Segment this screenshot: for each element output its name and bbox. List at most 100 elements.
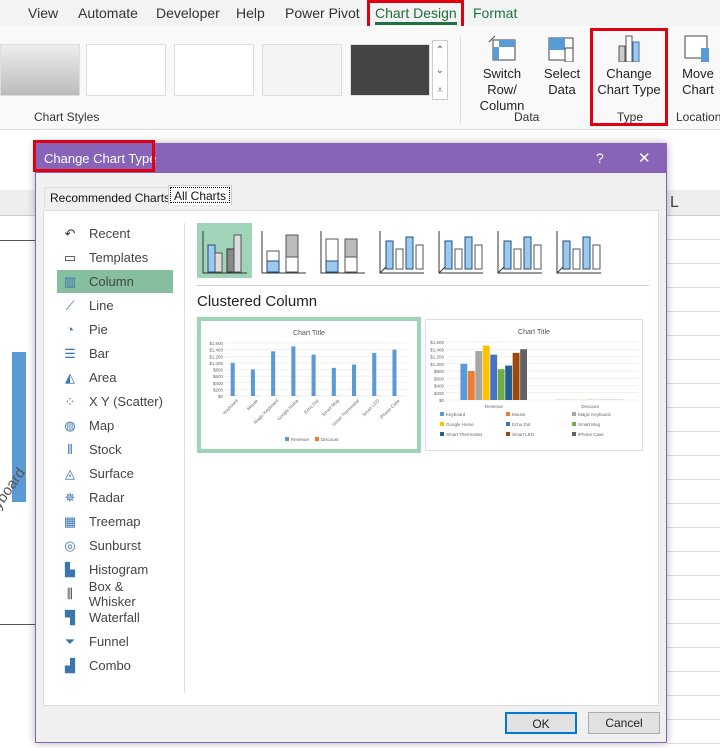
combo-chart-icon: ▟ xyxy=(65,657,75,673)
3d-column-icon[interactable] xyxy=(551,223,606,278)
chart-type-label: Column xyxy=(89,274,134,289)
3d-clustered-column-icon[interactable] xyxy=(374,223,429,278)
highlight-box xyxy=(590,28,668,126)
chart-type-box-whisker[interactable]: ⫼ Box & Whisker xyxy=(57,579,173,609)
x-tick-label: Echo Dot xyxy=(303,398,320,415)
group-label-data: Data xyxy=(514,110,540,124)
legend-label: Discount xyxy=(321,437,339,442)
chart-type-x-y-scatter-[interactable]: ⁘ X Y (Scatter) xyxy=(57,390,173,413)
y-tick-label: $600 xyxy=(213,374,224,379)
highlight-box xyxy=(33,140,155,172)
chart-style-3[interactable] xyxy=(174,44,254,96)
legend-swatch xyxy=(506,422,510,426)
funnel-icon: ⏷ xyxy=(64,633,76,649)
preview-chart-svg: Chart Title $0 $200 $400 $600 $800 $1,000 $1,20… xyxy=(430,329,638,437)
chart-type-templates[interactable]: ▭ Templates xyxy=(57,246,173,269)
chart-type-label: Box & Whisker xyxy=(88,578,136,609)
y-tick-label: $1,400 xyxy=(430,347,444,352)
move-chart-icon xyxy=(684,35,709,62)
x-tick-label: Discount xyxy=(581,404,599,409)
chart-type-label: Surface xyxy=(89,466,134,481)
chart-style-4[interactable] xyxy=(262,44,342,96)
ribbon-tabs: View Automate Developer Help Power Pivot… xyxy=(0,0,720,32)
switch-row-column-button[interactable]: Switch Row/Column xyxy=(468,34,536,114)
chart-style-1[interactable] xyxy=(0,44,80,96)
y-tick-label: $1,000 xyxy=(209,361,223,366)
chart-type-label: Map xyxy=(89,418,115,433)
y-tick-label: $200 xyxy=(434,391,445,396)
chart-type-line[interactable]: ⟋ Line xyxy=(57,294,173,317)
help-button[interactable]: ? xyxy=(596,150,604,166)
chart-type-area[interactable]: ◭ Area xyxy=(57,366,173,389)
scatter-chart-icon: ⁘ xyxy=(64,393,76,409)
tab-recommended-charts[interactable]: Recommended Charts xyxy=(44,187,177,207)
clustered-column-icon[interactable] xyxy=(197,223,252,278)
y-tick-label: $1,200 xyxy=(209,354,223,359)
chart-type-recent[interactable]: ↶ Recent xyxy=(57,222,173,245)
chart-preview-2[interactable]: Chart Title $0 $200 $400 $600 $800 $1,000 $1,20… xyxy=(425,319,643,451)
chart-type-stock[interactable]: ⫴ Stock xyxy=(57,438,173,461)
legend-swatch xyxy=(440,422,444,426)
bar-google-home xyxy=(482,345,490,400)
y-tick-label: $1,200 xyxy=(430,355,444,360)
chart-type-pie[interactable]: ◔ Pie xyxy=(57,318,173,341)
label: Switch Row/ xyxy=(482,66,522,97)
area-chart-icon: ◭ xyxy=(65,369,75,385)
chart-type-map[interactable]: ◍ Map xyxy=(57,414,173,437)
close-button[interactable]: ✕ xyxy=(638,149,651,167)
tab-all-charts[interactable]: All Charts xyxy=(168,185,233,205)
all-charts-panel: ↶ Recent ▭ Templates ▥ Column ⟋ Line ◔ Pie ☰ Bar ◭ Ar… xyxy=(43,210,659,706)
chart-type-funnel[interactable]: ⏷ Funnel xyxy=(57,630,173,653)
y-tick-label: $600 xyxy=(434,376,445,381)
chart-type-waterfall[interactable]: ▜ Waterfall xyxy=(57,606,173,629)
chart-type-surface[interactable]: ◬ Surface xyxy=(57,462,173,485)
3d-stacked-column-icon[interactable] xyxy=(433,223,488,278)
tab-power-pivot[interactable]: Power Pivot xyxy=(285,5,360,21)
folder-icon: ▭ xyxy=(63,249,77,265)
tab-developer[interactable]: Developer xyxy=(156,5,220,21)
stacked-column-icon[interactable] xyxy=(256,223,311,278)
chart-type-sunburst[interactable]: ◎ Sunburst xyxy=(57,534,173,557)
bar-smart-led xyxy=(512,352,520,400)
tab-format[interactable]: Format xyxy=(473,5,517,21)
legend-swatch xyxy=(572,432,576,436)
legend-label: Magic Keyboard xyxy=(578,412,611,417)
chart-type-treemap[interactable]: ▦ Treemap xyxy=(57,510,173,533)
select-data-button[interactable]: Select Data xyxy=(542,34,582,98)
chart-preview-1[interactable]: Chart Title $0 $200 $400 $600 $800 $1,000 $1,20… xyxy=(197,317,421,453)
legend-swatch xyxy=(572,422,576,426)
switch-row-column-icon xyxy=(488,35,516,61)
tab-help[interactable]: Help xyxy=(236,5,265,21)
chart-type-label: Pie xyxy=(89,322,108,337)
chart-type-label: Waterfall xyxy=(89,610,140,625)
tab-automate[interactable]: Automate xyxy=(78,5,138,21)
y-tick-label: $200 xyxy=(213,387,224,392)
chart-type-radar[interactable]: ✵ Radar xyxy=(57,486,173,509)
legend-label: Keyboard xyxy=(446,412,466,417)
divider xyxy=(460,36,461,124)
tab-view[interactable]: View xyxy=(28,5,58,21)
legend-label: Mouse xyxy=(512,412,526,417)
ok-button[interactable]: OK xyxy=(505,712,577,734)
chart-type-combo[interactable]: ▟ Combo xyxy=(57,654,173,677)
chart-type-column[interactable]: ▥ Column xyxy=(57,270,173,293)
y-tick-label: $1,600 xyxy=(430,340,444,345)
bar-iphone-case xyxy=(520,349,528,400)
chart-style-5[interactable] xyxy=(350,44,430,96)
3d-100-stacked-column-icon[interactable] xyxy=(492,223,547,278)
legend-swatch xyxy=(506,432,510,436)
y-tick-label: $0 xyxy=(439,398,445,403)
bar-smart-mug xyxy=(497,369,505,400)
label: Chart xyxy=(682,82,714,97)
gallery-scroll[interactable]: ⌃ ⌄ ⩡ xyxy=(432,40,448,100)
cancel-button[interactable]: Cancel xyxy=(588,712,660,734)
chart-type-label: Area xyxy=(89,370,117,385)
bar-revenue xyxy=(271,351,276,396)
100-stacked-column-icon[interactable] xyxy=(315,223,370,278)
x-tick-label: Smart LED xyxy=(361,398,381,418)
chart-type-bar[interactable]: ☰ Bar xyxy=(57,342,173,365)
column-header-l[interactable]: L xyxy=(670,194,679,212)
move-chart-button[interactable]: Move Chart xyxy=(676,34,720,98)
chart-style-2[interactable] xyxy=(86,44,166,96)
chart-type-label: Line xyxy=(89,298,114,313)
